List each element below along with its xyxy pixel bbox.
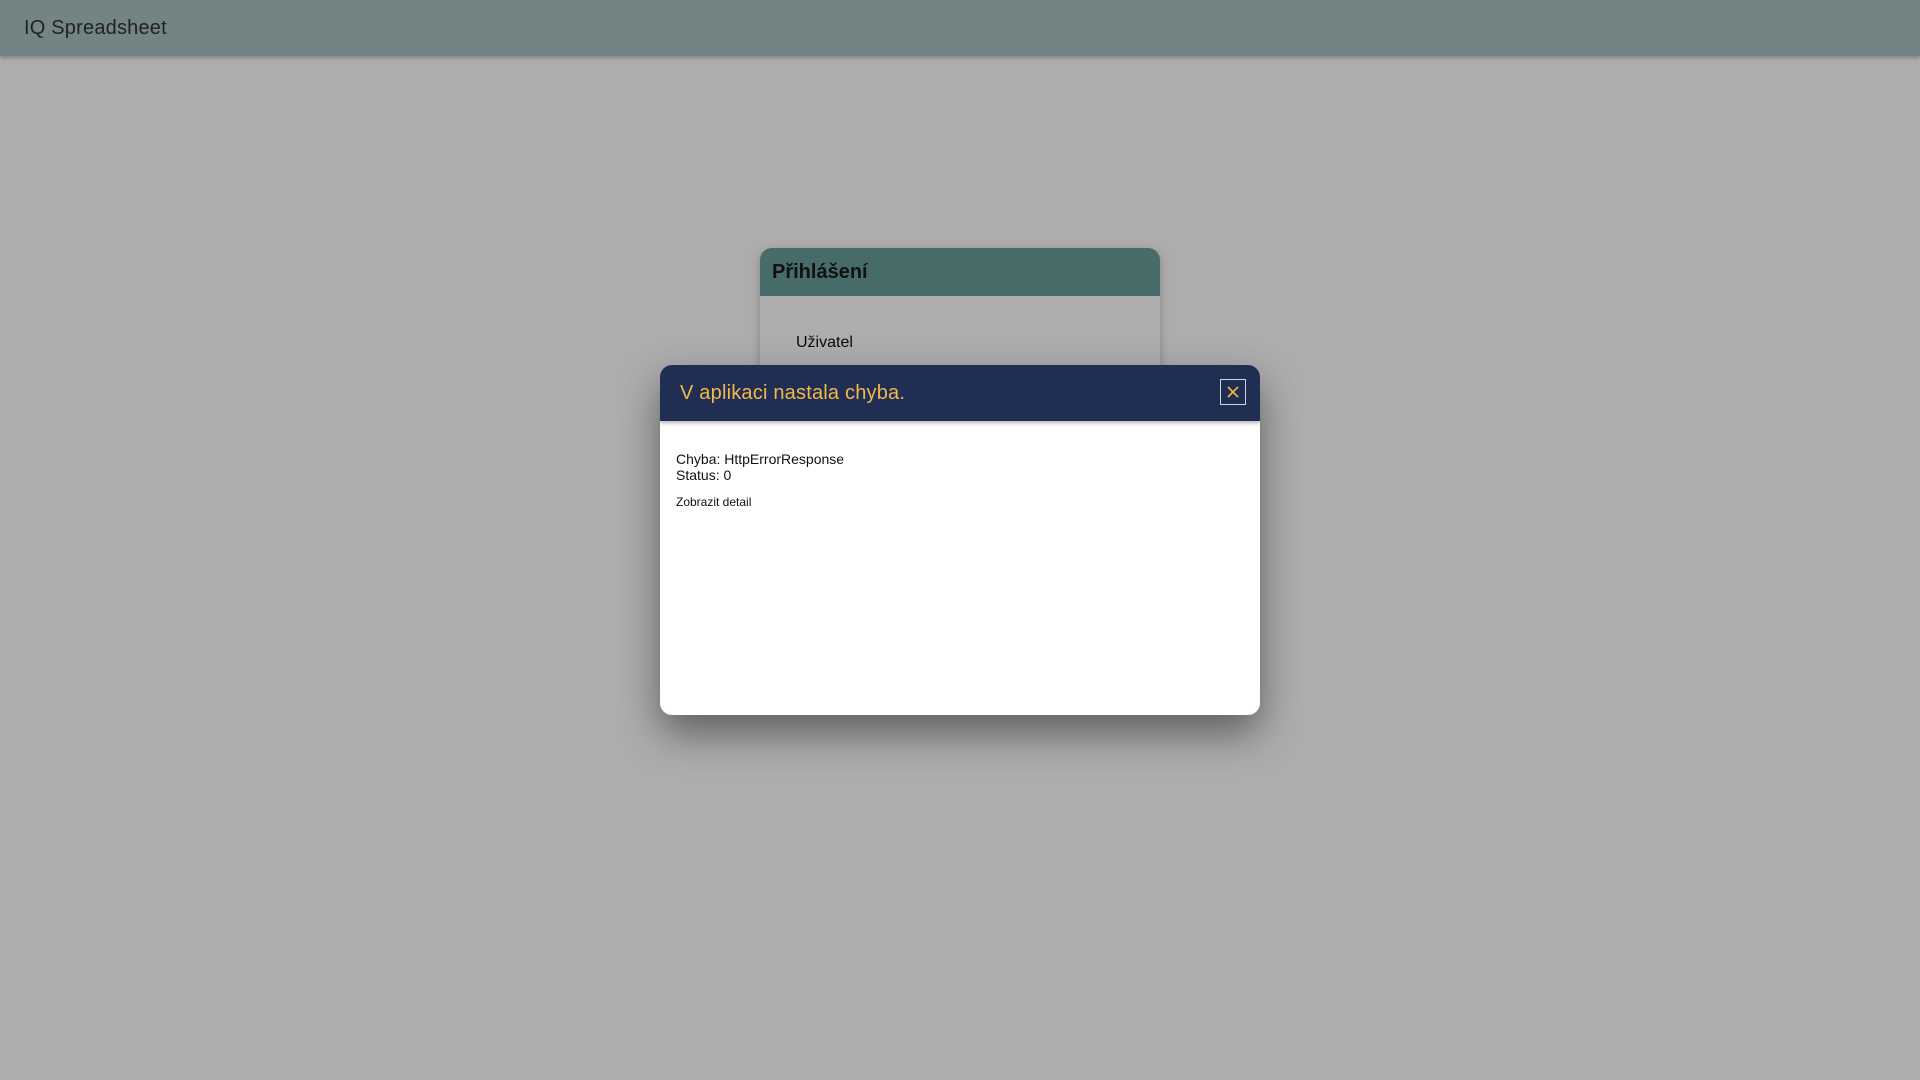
error-dialog-body: Chyba: HttpErrorResponse Status: 0 Zobra… — [660, 421, 1260, 511]
error-status: Status: 0 — [676, 467, 732, 483]
error-dialog-header: V aplikaci nastala chyba. — [660, 365, 1260, 421]
error-dialog-title: V aplikaci nastala chyba. — [680, 381, 906, 404]
show-detail-link[interactable]: Zobrazit detail — [676, 495, 751, 509]
close-button[interactable] — [1220, 379, 1246, 405]
error-dialog: V aplikaci nastala chyba. Chyba: HttpErr… — [660, 365, 1260, 715]
error-message: Chyba: HttpErrorResponse — [676, 451, 845, 467]
close-icon — [1227, 386, 1239, 398]
